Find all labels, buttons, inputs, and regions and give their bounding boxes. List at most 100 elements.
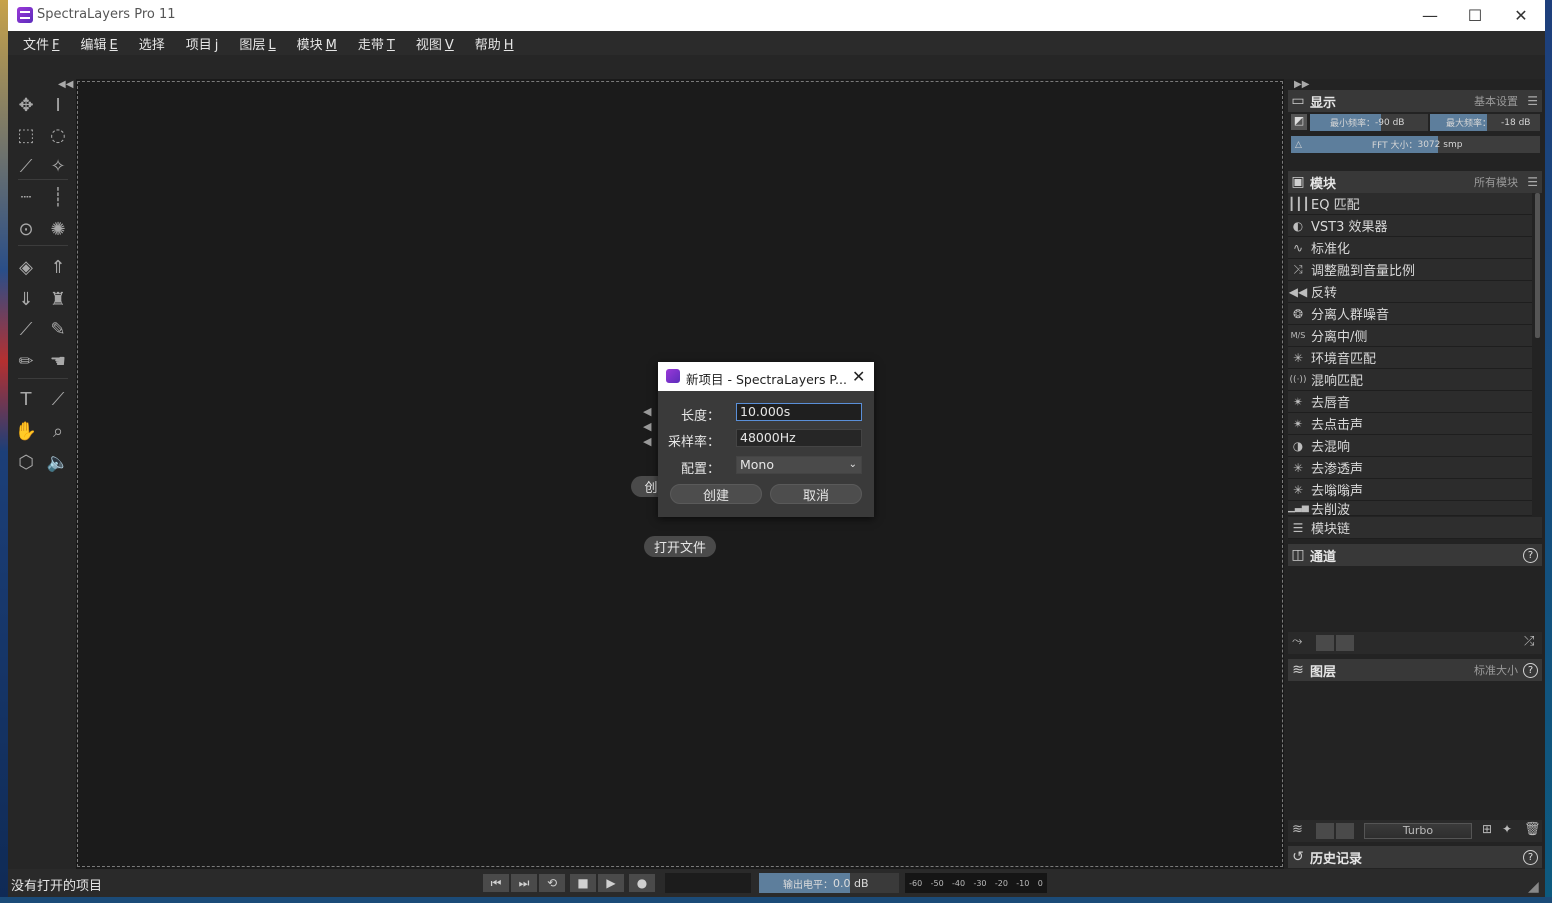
module-chain-row[interactable]: ☰ 模块链 bbox=[1288, 517, 1542, 539]
text-tool-icon[interactable]: T bbox=[14, 387, 38, 411]
skip-forward-icon[interactable]: ⏭ bbox=[511, 874, 537, 892]
module-item[interactable]: ∿ 标准化 bbox=[1288, 237, 1532, 259]
lasso-tool-icon[interactable]: ◌ bbox=[46, 123, 70, 147]
modules-scrollbar[interactable] bbox=[1535, 193, 1540, 338]
time-select-tool-icon[interactable]: I bbox=[46, 93, 70, 117]
open-file-button[interactable]: 打开文件 bbox=[644, 536, 716, 557]
minimize-button[interactable]: — bbox=[1407, 0, 1453, 31]
cancel-button[interactable]: 取消 bbox=[770, 484, 862, 504]
fx-layer-icon[interactable]: ✦ bbox=[1502, 822, 1512, 836]
magic-wand-tool-icon[interactable]: ✧ bbox=[46, 154, 70, 178]
layer-mode-select[interactable]: Turbo bbox=[1364, 823, 1472, 839]
modules-filter[interactable]: 所有模块 bbox=[1474, 174, 1518, 190]
menu-module[interactable]: 模块 M bbox=[297, 34, 337, 53]
menu-list-icon[interactable]: ☰ bbox=[1527, 175, 1538, 189]
close-button[interactable]: ✕ bbox=[1498, 0, 1544, 31]
min-freq-slider[interactable]: 最小频率： -90 dB bbox=[1310, 114, 1428, 131]
channel-btn-a[interactable] bbox=[1316, 635, 1334, 651]
module-item[interactable]: ⤨ 调整融到音量比例 bbox=[1288, 259, 1532, 281]
module-item[interactable]: ◀◀ 反转 bbox=[1288, 281, 1532, 303]
help-icon[interactable]: ? bbox=[1523, 849, 1538, 865]
heal-tool-icon[interactable]: ⟋ bbox=[14, 317, 38, 341]
layer-mode-value: Turbo bbox=[1402, 824, 1434, 837]
skip-back-icon[interactable]: ⏮ bbox=[483, 874, 509, 892]
channels-panel-header[interactable]: ◫ 通道 ? bbox=[1288, 544, 1542, 566]
menu-project[interactable]: 项目 j bbox=[186, 34, 219, 53]
pencil-tool-icon[interactable]: ✏ bbox=[14, 349, 38, 373]
output-level-slider[interactable]: 输出电平： 0.0 dB bbox=[759, 873, 899, 893]
module-item[interactable]: ✳ 去嗡嗡声 bbox=[1288, 479, 1532, 501]
menu-file[interactable]: 文件 F bbox=[23, 34, 60, 53]
loop-icon[interactable]: ⟲ bbox=[539, 874, 565, 892]
fft-size-slider[interactable]: △ FFT 大小： 3072 smp bbox=[1291, 136, 1540, 153]
help-icon[interactable]: ? bbox=[1523, 662, 1538, 678]
layers-size[interactable]: 标准大小 bbox=[1474, 662, 1518, 678]
menu-list-icon[interactable]: ☰ bbox=[1527, 94, 1538, 108]
layer-stack-icon[interactable]: ≋ bbox=[1292, 822, 1303, 837]
eraser-tool-icon[interactable]: ◈ bbox=[14, 255, 38, 279]
collapse-right-icon[interactable]: ▶▶ bbox=[1294, 79, 1309, 90]
layer-btn-a[interactable] bbox=[1316, 823, 1334, 839]
resize-grip-icon[interactable]: ◢ bbox=[1528, 879, 1539, 895]
display-preset[interactable]: 基本设置 bbox=[1474, 93, 1518, 109]
frequency-select-icon[interactable]: ┊ bbox=[46, 185, 70, 209]
max-freq-slider[interactable]: 最大频率： -18 dB bbox=[1430, 114, 1540, 131]
menu-layer[interactable]: 图层 L bbox=[239, 34, 275, 53]
samplerate-input[interactable]: 48000Hz bbox=[736, 429, 862, 447]
speaker-tool-icon[interactable]: 🔈 bbox=[46, 450, 70, 474]
clone-stamp-icon[interactable]: ♜ bbox=[46, 287, 70, 311]
module-item[interactable]: ✴ 去唇音 bbox=[1288, 391, 1532, 413]
display-panel-header[interactable]: ▭ 显示 基本设置 ☰ bbox=[1288, 90, 1542, 112]
modules-panel-header[interactable]: ▣ 模块 所有模块 ☰ bbox=[1288, 171, 1542, 193]
shuffle-icon[interactable]: ⤮ bbox=[1524, 634, 1534, 649]
maximize-button[interactable]: ☐ bbox=[1452, 0, 1498, 31]
menu-edit[interactable]: 编辑 E bbox=[81, 34, 118, 53]
menu-view[interactable]: 视图 V bbox=[416, 34, 454, 53]
eyedropper-tool-icon[interactable]: ⟋ bbox=[46, 387, 70, 411]
length-input[interactable]: 10.000s bbox=[736, 403, 862, 421]
play-icon[interactable]: ▶ bbox=[598, 874, 624, 892]
collapse-left-icon[interactable]: ◀◀ bbox=[58, 79, 73, 90]
module-item[interactable]: ┃┃┃ EQ 匹配 bbox=[1288, 193, 1532, 215]
config-select[interactable]: Mono ⌄ bbox=[736, 456, 862, 474]
module-item[interactable]: ◑ 去混响 bbox=[1288, 435, 1532, 457]
route-icon[interactable]: ⤳ bbox=[1292, 634, 1302, 649]
layer-btn-b[interactable] bbox=[1336, 823, 1354, 839]
module-item[interactable]: M/S 分离中/侧 bbox=[1288, 325, 1532, 347]
smudge-tool-icon[interactable]: ☚ bbox=[46, 349, 70, 373]
stop-icon[interactable]: ■ bbox=[570, 874, 596, 892]
module-item[interactable]: ❂ 分离人群噪音 bbox=[1288, 303, 1532, 325]
channel-btn-b[interactable] bbox=[1336, 635, 1354, 651]
3d-view-icon[interactable]: ⬡ bbox=[14, 450, 38, 474]
sound-select-icon[interactable]: ⊙ bbox=[14, 217, 38, 241]
add-layer-icon[interactable]: ⊞ bbox=[1482, 822, 1492, 836]
module-item[interactable]: ◐ VST3 效果器 bbox=[1288, 215, 1532, 237]
move-tool-icon[interactable]: ✥ bbox=[14, 93, 38, 117]
menu-help[interactable]: 帮助 H bbox=[475, 34, 514, 53]
dampen-tool-icon[interactable]: ⇓ bbox=[14, 287, 38, 311]
history-panel-header[interactable]: ↺ 历史记录 ? bbox=[1288, 846, 1542, 868]
menu-select[interactable]: 选择 bbox=[139, 34, 165, 53]
create-button[interactable]: 创建 bbox=[670, 484, 762, 504]
module-item[interactable]: ✳ 环境音匹配 bbox=[1288, 347, 1532, 369]
record-icon[interactable]: ● bbox=[629, 874, 655, 892]
dialog-close-icon[interactable]: ✕ bbox=[852, 367, 865, 386]
hand-tool-icon[interactable]: ✋ bbox=[14, 419, 38, 443]
rect-select-tool-icon[interactable]: ⬚ bbox=[14, 123, 38, 147]
harmonic-select-icon[interactable]: ┈ bbox=[14, 185, 38, 209]
layers-panel-header[interactable]: ≋ 图层 标准大小 ? bbox=[1288, 659, 1542, 681]
transient-select-icon[interactable]: ✺ bbox=[46, 217, 70, 241]
paint-brush-icon[interactable]: ✎ bbox=[46, 317, 70, 341]
module-item[interactable]: ((·)) 混响匹配 bbox=[1288, 369, 1532, 391]
module-item[interactable]: ✴ 去点击声 bbox=[1288, 413, 1532, 435]
help-icon[interactable]: ? bbox=[1523, 547, 1538, 563]
module-item[interactable]: ▁▃▅ 去削波 bbox=[1288, 501, 1532, 516]
spectrum-toggle-icon[interactable]: ◩ bbox=[1291, 114, 1307, 130]
amplify-tool-icon[interactable]: ⇑ bbox=[46, 255, 70, 279]
level-meter: -60 -50 -40 -30 -20 -10 0 bbox=[905, 873, 1047, 893]
menu-transport[interactable]: 走带 T bbox=[358, 34, 395, 53]
brush-select-tool-icon[interactable]: ⟋ bbox=[14, 154, 38, 178]
module-item[interactable]: ✳ 去渗透声 bbox=[1288, 457, 1532, 479]
zoom-tool-icon[interactable]: ⌕ bbox=[46, 419, 70, 443]
trash-icon[interactable]: 🗑 bbox=[1524, 822, 1541, 837]
